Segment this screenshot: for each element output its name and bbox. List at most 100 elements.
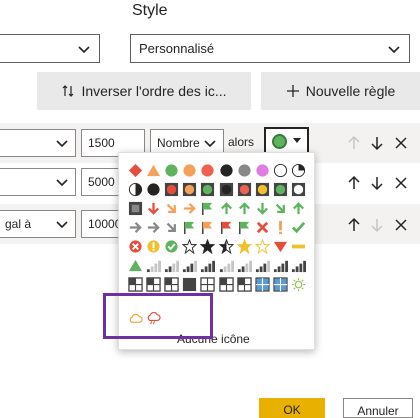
circle-red-boxed-icon[interactable] <box>162 180 180 198</box>
triangle-orange-icon[interactable] <box>144 161 162 179</box>
quad-1-icon[interactable] <box>126 275 144 293</box>
move-down-icon[interactable] <box>369 217 385 233</box>
arrow-up-green2-icon[interactable] <box>235 199 253 217</box>
move-down-icon[interactable] <box>369 175 385 191</box>
signal-5-icon[interactable] <box>217 256 235 274</box>
rule-1-type-value: Nombre <box>157 136 200 150</box>
flag-green-icon[interactable] <box>199 199 217 217</box>
arrow-downright-orange-icon[interactable] <box>162 199 180 217</box>
quad-5-icon[interactable] <box>217 275 235 293</box>
highlight-box <box>103 293 213 339</box>
style-label: Style <box>132 2 168 19</box>
reverse-order-button[interactable]: Inverser l'ordre des ic... <box>37 72 251 110</box>
icon-select-button[interactable] <box>264 127 309 155</box>
quad-blue2-icon[interactable] <box>272 275 290 293</box>
quad-4-icon[interactable] <box>199 275 217 293</box>
move-up-icon[interactable] <box>346 217 362 233</box>
style-select[interactable]: Personnalisé <box>130 34 410 63</box>
arrow-down-red-icon[interactable] <box>144 199 162 217</box>
arrow-downright-gray-icon[interactable] <box>162 218 180 236</box>
rule-3-operator-select[interactable]: gal à <box>0 210 76 238</box>
rule-2-operator-select[interactable] <box>0 168 76 196</box>
flag-green3-icon[interactable] <box>235 218 253 236</box>
square-dark-icon[interactable] <box>126 199 144 217</box>
diamond-red-icon[interactable] <box>126 161 144 179</box>
signal-6-icon[interactable] <box>235 256 253 274</box>
delete-rule-icon[interactable] <box>393 175 409 191</box>
delete-rule-icon[interactable] <box>393 135 409 151</box>
rule-3-value-input[interactable]: 10000 <box>81 210 121 238</box>
signal-7-icon[interactable] <box>253 256 271 274</box>
move-up-icon[interactable] <box>346 135 362 151</box>
chevron-down-icon <box>56 221 68 229</box>
circle-black-full-icon[interactable] <box>144 180 162 198</box>
signal-1-icon[interactable] <box>144 256 162 274</box>
circle-green-boxed-icon[interactable] <box>199 180 217 198</box>
circle-half-icon[interactable] <box>126 180 144 198</box>
check-green-icon[interactable] <box>290 218 308 236</box>
arrow-right-orange-icon[interactable] <box>181 199 199 217</box>
new-rule-button[interactable]: Nouvelle règle <box>261 72 420 110</box>
circle-empty-icon[interactable] <box>272 161 290 179</box>
arrow-right-gray2-icon[interactable] <box>144 218 162 236</box>
rule-3-operator-value: gal à <box>5 217 32 231</box>
chevron-down-icon <box>388 45 400 53</box>
circle-empty-boxed-icon[interactable] <box>290 180 308 198</box>
delete-rule-icon[interactable] <box>393 217 409 233</box>
arrow-right-gray-icon[interactable] <box>126 218 144 236</box>
circle-green-boxed2-icon[interactable] <box>272 180 290 198</box>
signal-4-icon[interactable] <box>199 256 217 274</box>
star-half-icon[interactable] <box>217 237 235 255</box>
signal-3-icon[interactable] <box>181 256 199 274</box>
exclaim-orange-icon[interactable] <box>272 218 290 236</box>
arrow-up-green3-icon[interactable] <box>290 199 308 217</box>
triangle-down-red-icon[interactable] <box>272 237 290 255</box>
circle-green-icon[interactable] <box>162 161 180 179</box>
circle-black-icon[interactable] <box>217 161 235 179</box>
flag-orange-icon[interactable] <box>199 218 217 236</box>
flag-green2-icon[interactable] <box>181 218 199 236</box>
arrow-downright-green-icon[interactable] <box>272 199 290 217</box>
exclaim-circle-orange-icon[interactable] <box>144 237 162 255</box>
signal-8-icon[interactable] <box>272 256 290 274</box>
bar-orange-icon[interactable] <box>290 237 308 255</box>
arrow-up-green-icon[interactable] <box>217 199 235 217</box>
quad-blue-icon[interactable] <box>253 275 271 293</box>
x-circle-red-icon[interactable] <box>126 237 144 255</box>
then-label: alors <box>228 135 255 149</box>
chevron-down-icon <box>78 45 90 53</box>
cancel-button[interactable]: Annuler <box>343 398 413 418</box>
circle-pink-icon[interactable] <box>253 161 271 179</box>
star-outline-gold-icon[interactable] <box>253 237 271 255</box>
signal-9-icon[interactable] <box>290 256 308 274</box>
circle-quarter-icon[interactable] <box>290 161 308 179</box>
move-up-icon[interactable] <box>346 175 362 191</box>
arrow-down-green-icon[interactable] <box>253 199 271 217</box>
quad-6-icon[interactable] <box>235 275 253 293</box>
circle-orange-icon[interactable] <box>181 161 199 179</box>
move-down-icon[interactable] <box>369 135 385 151</box>
star-gold-icon[interactable] <box>235 237 253 255</box>
quad-2-icon[interactable] <box>144 275 162 293</box>
circle-orange-boxed2-icon[interactable] <box>253 180 271 198</box>
circle-dark-icon[interactable] <box>235 161 253 179</box>
star-dark-icon[interactable] <box>199 237 217 255</box>
sun-icon[interactable] <box>290 275 308 293</box>
star-empty-icon[interactable] <box>181 237 199 255</box>
circle-red-boxed2-icon[interactable] <box>235 180 253 198</box>
quad-3-icon[interactable] <box>162 275 180 293</box>
rule-1-operator-select[interactable] <box>0 129 76 157</box>
check-circle-green-icon[interactable] <box>162 237 180 255</box>
field-select[interactable] <box>0 34 100 63</box>
circle-black-boxed-icon[interactable] <box>217 180 235 198</box>
circle-red-icon[interactable] <box>199 161 217 179</box>
signal-2-icon[interactable] <box>162 256 180 274</box>
flag-red-icon[interactable] <box>217 218 235 236</box>
square-black-icon[interactable] <box>181 275 199 293</box>
triangle-up-green-icon[interactable] <box>126 256 144 274</box>
rule-2-value-input[interactable]: 5000 <box>81 168 121 196</box>
ok-button[interactable]: OK <box>259 398 325 418</box>
x-red-icon[interactable] <box>253 218 271 236</box>
circle-orange-boxed-icon[interactable] <box>181 180 199 198</box>
style-select-value: Personnalisé <box>139 41 215 56</box>
